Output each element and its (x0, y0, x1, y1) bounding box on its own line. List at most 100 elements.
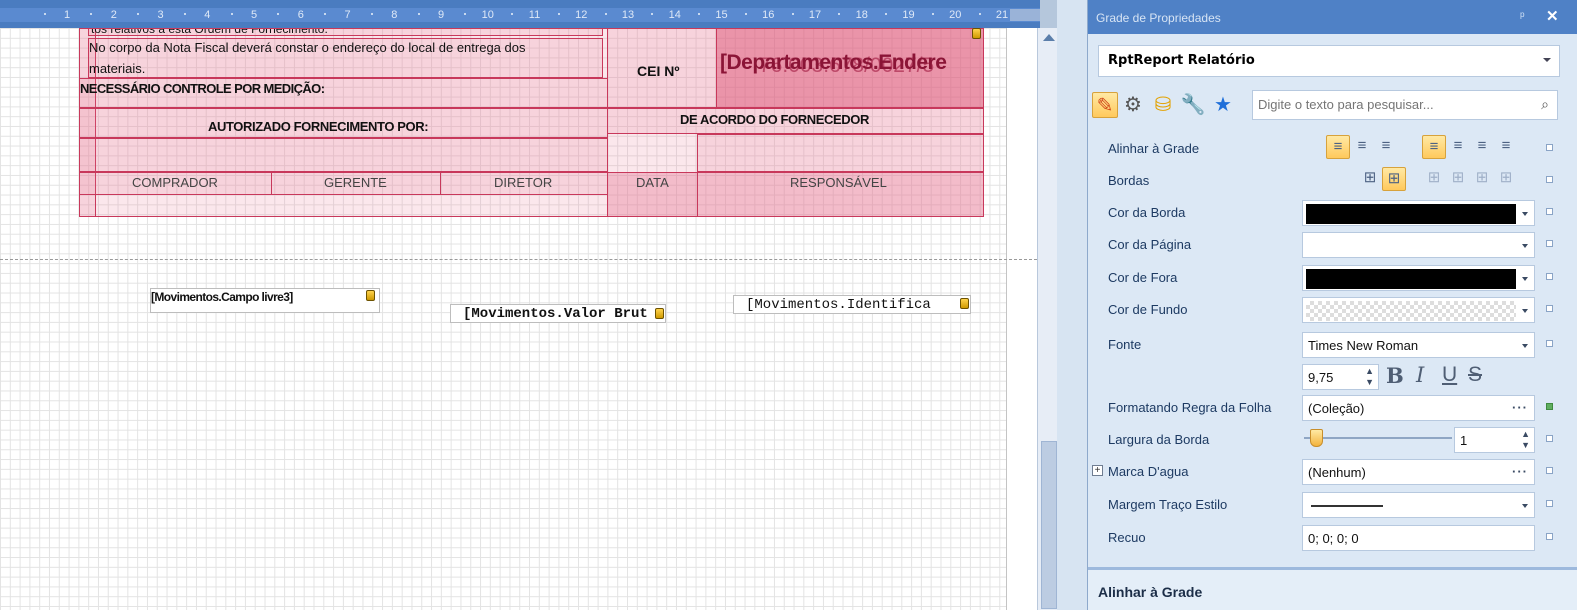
modified-indicator[interactable] (1546, 403, 1553, 410)
property-toolbar: ✎ ⚙ ⛁ 🔧 ★ ⌕ (1088, 86, 1577, 126)
report-canvas[interactable]: tos relativos a esta Ordem de Fornecimen… (0, 28, 1037, 610)
align-middle-icon[interactable]: ≡ (1350, 135, 1374, 159)
smart-tag-icon[interactable] (972, 28, 981, 39)
sig-diretor-cell[interactable]: DIRETOR (440, 172, 608, 195)
reset-indicator[interactable] (1546, 273, 1553, 280)
prop-font-style: 9,75 ▲ ▼ B I U S (1088, 360, 1577, 394)
padding-field[interactable]: 0; 0; 0; 0 (1302, 525, 1535, 551)
page-color-picker[interactable] (1302, 232, 1535, 258)
reset-indicator[interactable] (1546, 208, 1553, 215)
reset-indicator[interactable] (1546, 240, 1553, 247)
border-left-icon[interactable]: ⊞ (1422, 167, 1446, 191)
vertical-scrollbar[interactable] (1037, 28, 1057, 610)
reset-indicator[interactable] (1546, 435, 1553, 442)
scroll-up-icon[interactable] (1043, 34, 1055, 41)
spin-icon[interactable]: ▲ ▼ (1521, 429, 1530, 451)
border-right-icon[interactable]: ⊞ (1470, 167, 1494, 191)
ruler-dot (277, 13, 280, 15)
reset-indicator[interactable] (1546, 176, 1553, 183)
reset-indicator[interactable] (1546, 467, 1553, 474)
reset-indicator[interactable] (1546, 340, 1553, 347)
align-right-icon[interactable]: ≡ (1470, 135, 1494, 159)
reset-indicator[interactable] (1546, 305, 1553, 312)
search-box[interactable]: ⌕ (1252, 90, 1558, 120)
prop-regra: Formatando Regra da Folha (Coleção) ··· (1088, 391, 1577, 423)
font-size-stepper[interactable]: 9,75 ▲ ▼ (1302, 364, 1379, 390)
star-icon[interactable]: ★ (1210, 92, 1236, 118)
outside-color-picker[interactable] (1302, 265, 1535, 291)
expand-icon[interactable]: + (1092, 465, 1103, 476)
spin-icon[interactable]: ▲ ▼ (1365, 366, 1374, 388)
gear-icon[interactable]: ⚙ (1120, 92, 1146, 118)
brush-icon[interactable]: ✎ (1092, 92, 1118, 118)
cut-text-box[interactable]: tos relativos a esta Ordem de Fornecimen… (88, 28, 603, 36)
slider-thumb[interactable] (1310, 429, 1323, 447)
align-top-icon[interactable]: ≡ (1326, 135, 1350, 159)
align-bottom-icon[interactable]: ≡ (1374, 135, 1398, 159)
italic-icon[interactable]: I (1416, 363, 1424, 387)
chevron-down-icon[interactable] (1522, 309, 1528, 313)
scroll-thumb[interactable] (1041, 441, 1057, 609)
autorizado-cell[interactable]: AUTORIZADO FORNECIMENTO POR: (79, 108, 608, 138)
font-select[interactable]: Times New Roman (1302, 332, 1535, 358)
border-width-slider[interactable] (1304, 437, 1452, 439)
ellipsis-icon[interactable]: ··· (1512, 400, 1528, 415)
border-all-icon[interactable]: ⊞ (1382, 167, 1406, 191)
chevron-down-icon[interactable] (1522, 504, 1528, 508)
line-style-select[interactable] (1302, 492, 1535, 518)
smart-tag-icon[interactable] (655, 308, 664, 319)
acordo-sign-cell[interactable] (697, 134, 984, 172)
chevron-down-icon[interactable] (1522, 212, 1528, 216)
ruler-end-marker[interactable] (1010, 9, 1040, 21)
controle-cell[interactable]: NECESSÁRIO CONTROLE POR MEDIÇÃO: (79, 78, 608, 108)
dept-field: [Departamentos.Endere (720, 51, 947, 74)
smart-tag-icon[interactable] (366, 290, 375, 301)
cei-cell[interactable]: CEI Nº (607, 28, 717, 108)
database-icon[interactable]: ⛁ (1150, 92, 1176, 118)
border-bottom-icon[interactable]: ⊞ (1494, 167, 1518, 191)
ruler-tick: 9 (437, 9, 445, 21)
align-left-icon[interactable]: ≡ (1422, 135, 1446, 159)
format-rule-field[interactable]: (Coleção) ··· (1302, 395, 1535, 421)
search-icon[interactable]: ⌕ (1541, 96, 1549, 113)
pin-icon[interactable]: ᵖ (1520, 9, 1525, 23)
field-campo-livre3[interactable]: [Movimentos.Campo livre3] (150, 288, 380, 313)
underline-icon[interactable]: U (1442, 363, 1457, 387)
sig-gerente-cell[interactable]: GERENTE (271, 172, 441, 195)
chevron-down-icon[interactable] (1522, 344, 1528, 348)
object-selector[interactable]: RptReport Relatório (1098, 45, 1560, 77)
border-none-icon[interactable]: ⊞ (1358, 167, 1382, 191)
chevron-down-icon[interactable] (1522, 244, 1528, 248)
bold-icon[interactable]: B (1386, 363, 1404, 388)
reset-indicator[interactable] (1546, 500, 1553, 507)
dept-cell[interactable]: 76.003.678/0027/5 [Departamentos.Endere (716, 28, 984, 108)
strikeout-icon[interactable]: S (1468, 363, 1482, 387)
wrench-icon[interactable]: 🔧 (1180, 92, 1206, 118)
responsavel-cell[interactable]: RESPONSÁVEL (697, 172, 984, 217)
sign-space-cell[interactable] (79, 138, 608, 172)
reset-indicator[interactable] (1546, 533, 1553, 540)
data-cell[interactable]: DATA (607, 172, 698, 217)
reset-indicator[interactable] (1546, 144, 1553, 151)
search-input[interactable] (1258, 97, 1528, 112)
close-icon[interactable]: ✕ (1546, 7, 1559, 25)
ellipsis-icon[interactable]: ··· (1512, 464, 1528, 479)
ruler-tick: 19 (902, 9, 915, 21)
field-identificacao[interactable]: [Movimentos.Identifica (733, 295, 971, 314)
align-center-icon[interactable]: ≡ (1446, 135, 1470, 159)
body-text-box[interactable]: No corpo da Nota Fiscal deverá constar o… (88, 38, 603, 78)
ruler-tick: 20 (949, 9, 962, 21)
align-justify-icon[interactable]: ≡ (1494, 135, 1518, 159)
border-top-icon[interactable]: ⊞ (1446, 167, 1470, 191)
watermark-field[interactable]: (Nenhum) ··· (1302, 459, 1535, 485)
chevron-down-icon[interactable] (1543, 58, 1551, 62)
background-color-picker[interactable] (1302, 297, 1535, 323)
acordo-cell[interactable]: DE ACORDO DO FORNECEDOR (607, 108, 984, 134)
sig-comprador-cell[interactable]: COMPRADOR (79, 172, 272, 195)
border-color-picker[interactable] (1302, 200, 1535, 226)
smart-tag-icon[interactable] (960, 298, 969, 309)
prop-label: Cor da Borda (1108, 205, 1186, 220)
chevron-down-icon[interactable] (1522, 277, 1528, 281)
field-valor-bruto[interactable]: [Movimentos.Valor Brut (450, 304, 666, 323)
border-width-stepper[interactable]: 1 ▲ ▼ (1454, 427, 1535, 453)
